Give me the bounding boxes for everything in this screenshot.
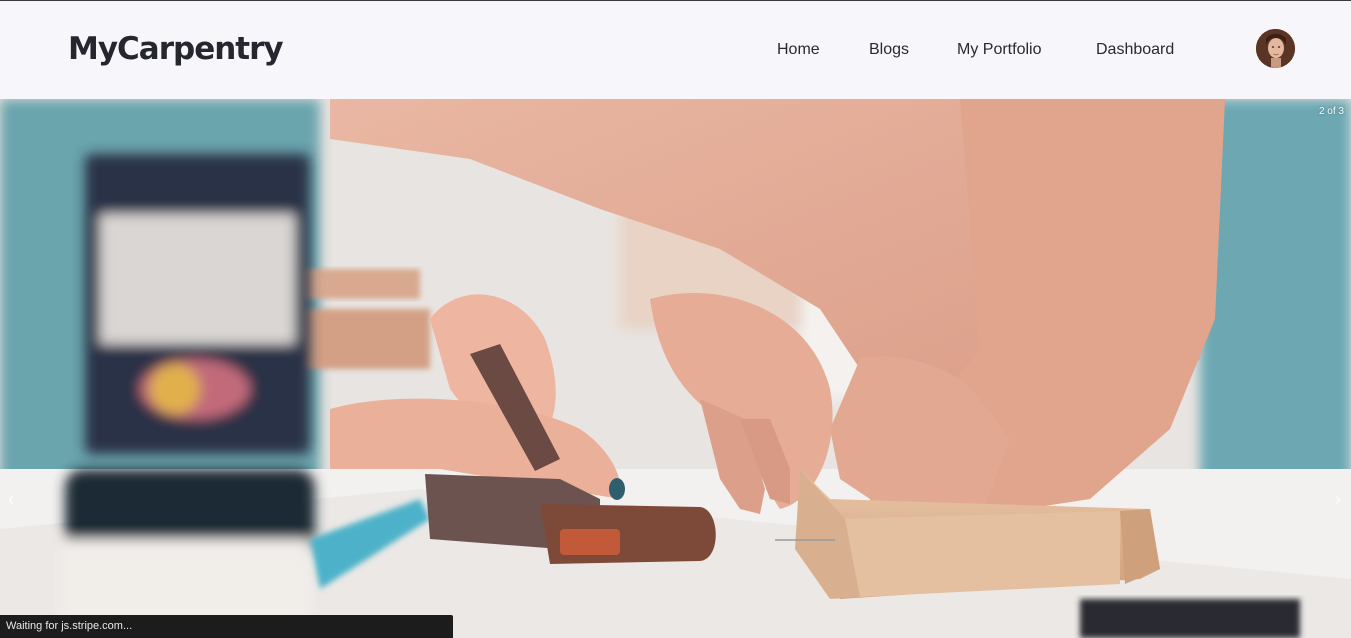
navbar: MyCarpentry Home Blogs My Portfolio Dash… — [0, 1, 1351, 99]
nav-links: Home Blogs My Portfolio Dashboard — [0, 41, 1351, 63]
hero-carousel[interactable]: 2 of 3 ‹ › — [0, 99, 1351, 638]
nav-link-dashboard[interactable]: Dashboard — [1096, 41, 1174, 59]
nav-link-home[interactable]: Home — [777, 41, 820, 59]
chevron-left-icon: ‹ — [8, 489, 14, 509]
avatar-portrait-icon — [1256, 29, 1295, 68]
browser-status-bar: Waiting for js.stripe.com... — [0, 615, 453, 638]
carpentry-hands-image — [0, 99, 1351, 638]
nav-link-my-portfolio[interactable]: My Portfolio — [957, 41, 1041, 59]
user-avatar[interactable] — [1256, 29, 1295, 68]
carousel-next-button[interactable]: › — [1335, 489, 1341, 510]
slide-counter: 2 of 3 — [1318, 106, 1344, 117]
chevron-right-icon: › — [1335, 489, 1341, 509]
nav-link-blogs[interactable]: Blogs — [869, 41, 909, 59]
carousel-prev-button[interactable]: ‹ — [8, 489, 14, 510]
